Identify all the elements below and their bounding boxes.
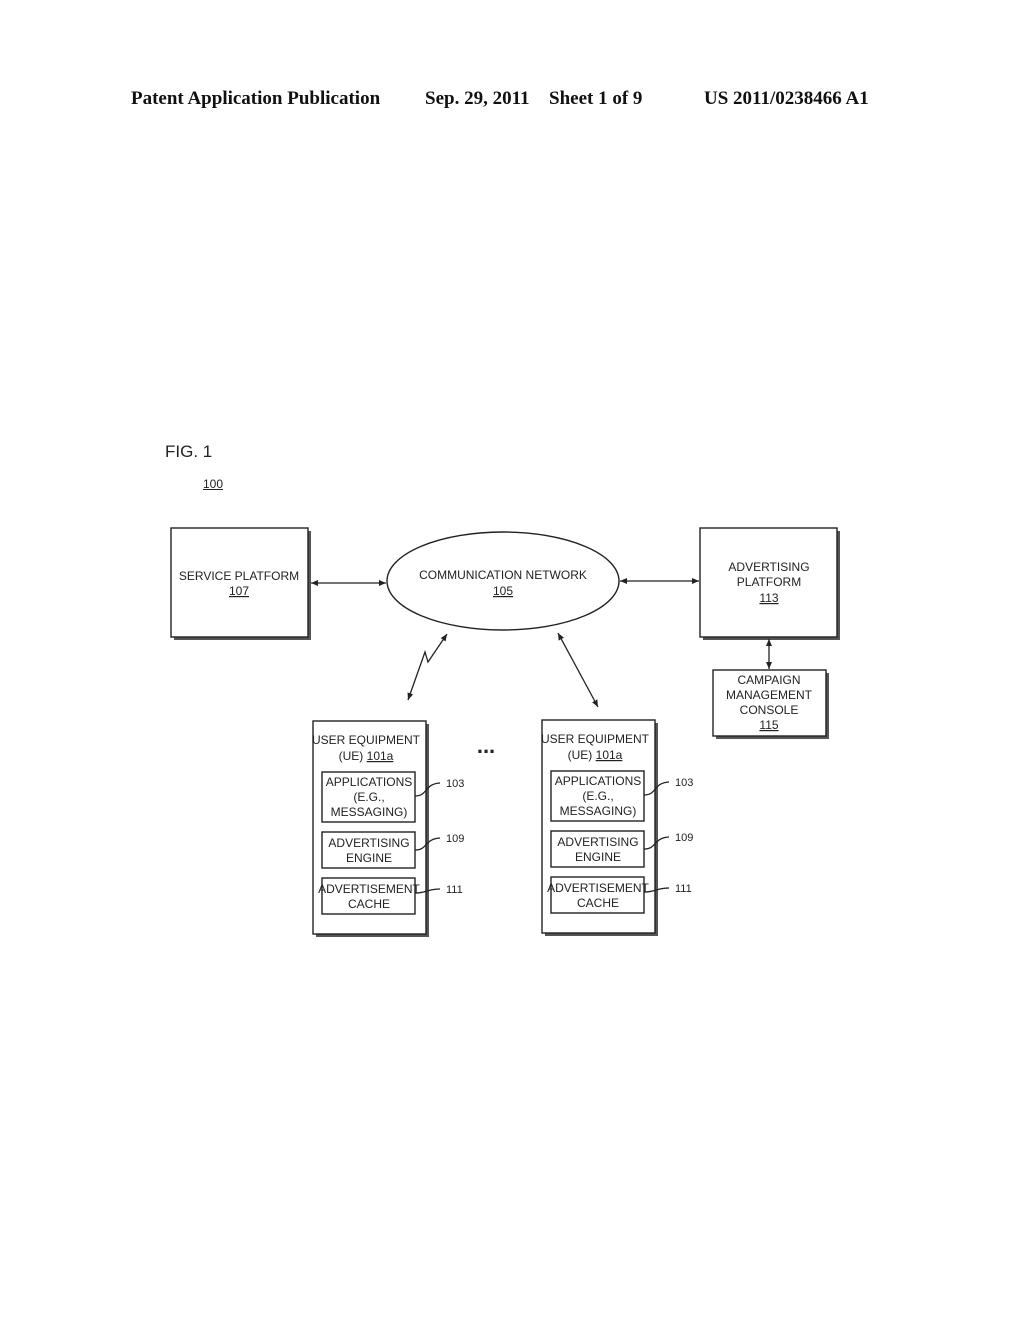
ue-right-applications-ref: 103 [675,777,693,789]
ue-right-cache-label-1: ADVERTISEMENT [547,881,649,895]
ue-right-applications-label-3: MESSAGING) [560,804,637,818]
service-platform-label: SERVICE PLATFORM [179,569,299,583]
ue-right-applications-label-2: (E.G., [582,789,613,803]
campaign-console-label-3: CONSOLE [740,703,799,717]
wireless-link-connector [407,633,448,701]
campaign-console-label-2: MANAGEMENT [726,688,813,702]
ue-right-cache-ref: 111 [675,883,692,895]
ue-left-label: USER EQUIPMENT [312,733,421,747]
ue-right-label-2: (UE) 101a [568,748,623,762]
service-platform-ref: 107 [229,584,249,598]
ue-right-cache-label-2: CACHE [577,896,619,910]
ue-ellipsis: ... [477,733,495,758]
campaign-console-ref: 115 [759,718,778,732]
ue-left-cache-label-2: CACHE [348,897,390,911]
ue-left-applications-ref: 103 [446,778,464,790]
advertising-platform-label-1: ADVERTISING [728,560,809,574]
service-platform-node: SERVICE PLATFORM 107 [170,527,311,640]
ue-left-cache-label-1: ADVERTISEMENT [318,882,420,896]
ue-left-applications-label-2: (E.G., [353,790,384,804]
user-equipment-left: USER EQUIPMENT (UE) 101a APPLICATIONS (E… [312,720,464,937]
ue-left-applications-label-3: MESSAGING) [331,805,408,819]
advertising-platform-label-2: PLATFORM [737,575,801,589]
network-ue-right-connector [557,632,599,708]
ue-left-engine-label-1: ADVERTISING [328,836,409,850]
ue-right-applications-label-1: APPLICATIONS [555,774,641,788]
user-equipment-right: USER EQUIPMENT (UE) 101a APPLICATIONS (E… [541,719,693,936]
campaign-console-label-1: CAMPAIGN [737,673,800,687]
ue-right-label: USER EQUIPMENT [541,732,650,746]
system-diagram: SERVICE PLATFORM 107 COMMUNICATION NETWO… [170,527,840,937]
ue-left-engine-ref: 109 [446,833,464,845]
ue-right-engine-label-1: ADVERTISING [557,835,638,849]
communication-network-ref: 105 [493,584,513,598]
ue-left-label-2: (UE) 101a [339,749,394,763]
ue-left-cache-ref: 111 [446,884,463,896]
advertising-platform-ref: 113 [759,591,778,605]
ue-right-engine-ref: 109 [675,832,693,844]
ue-left-engine-label-2: ENGINE [346,851,392,865]
communication-network-node: COMMUNICATION NETWORK 105 [386,531,620,631]
campaign-console-node: CAMPAIGN MANAGEMENT CONSOLE 115 [712,669,829,739]
ue-right-engine-label-2: ENGINE [575,850,621,864]
ue-left-applications-label-1: APPLICATIONS [326,775,412,789]
advertising-platform-node: ADVERTISING PLATFORM 113 [699,527,840,640]
communication-network-label: COMMUNICATION NETWORK [419,568,587,582]
